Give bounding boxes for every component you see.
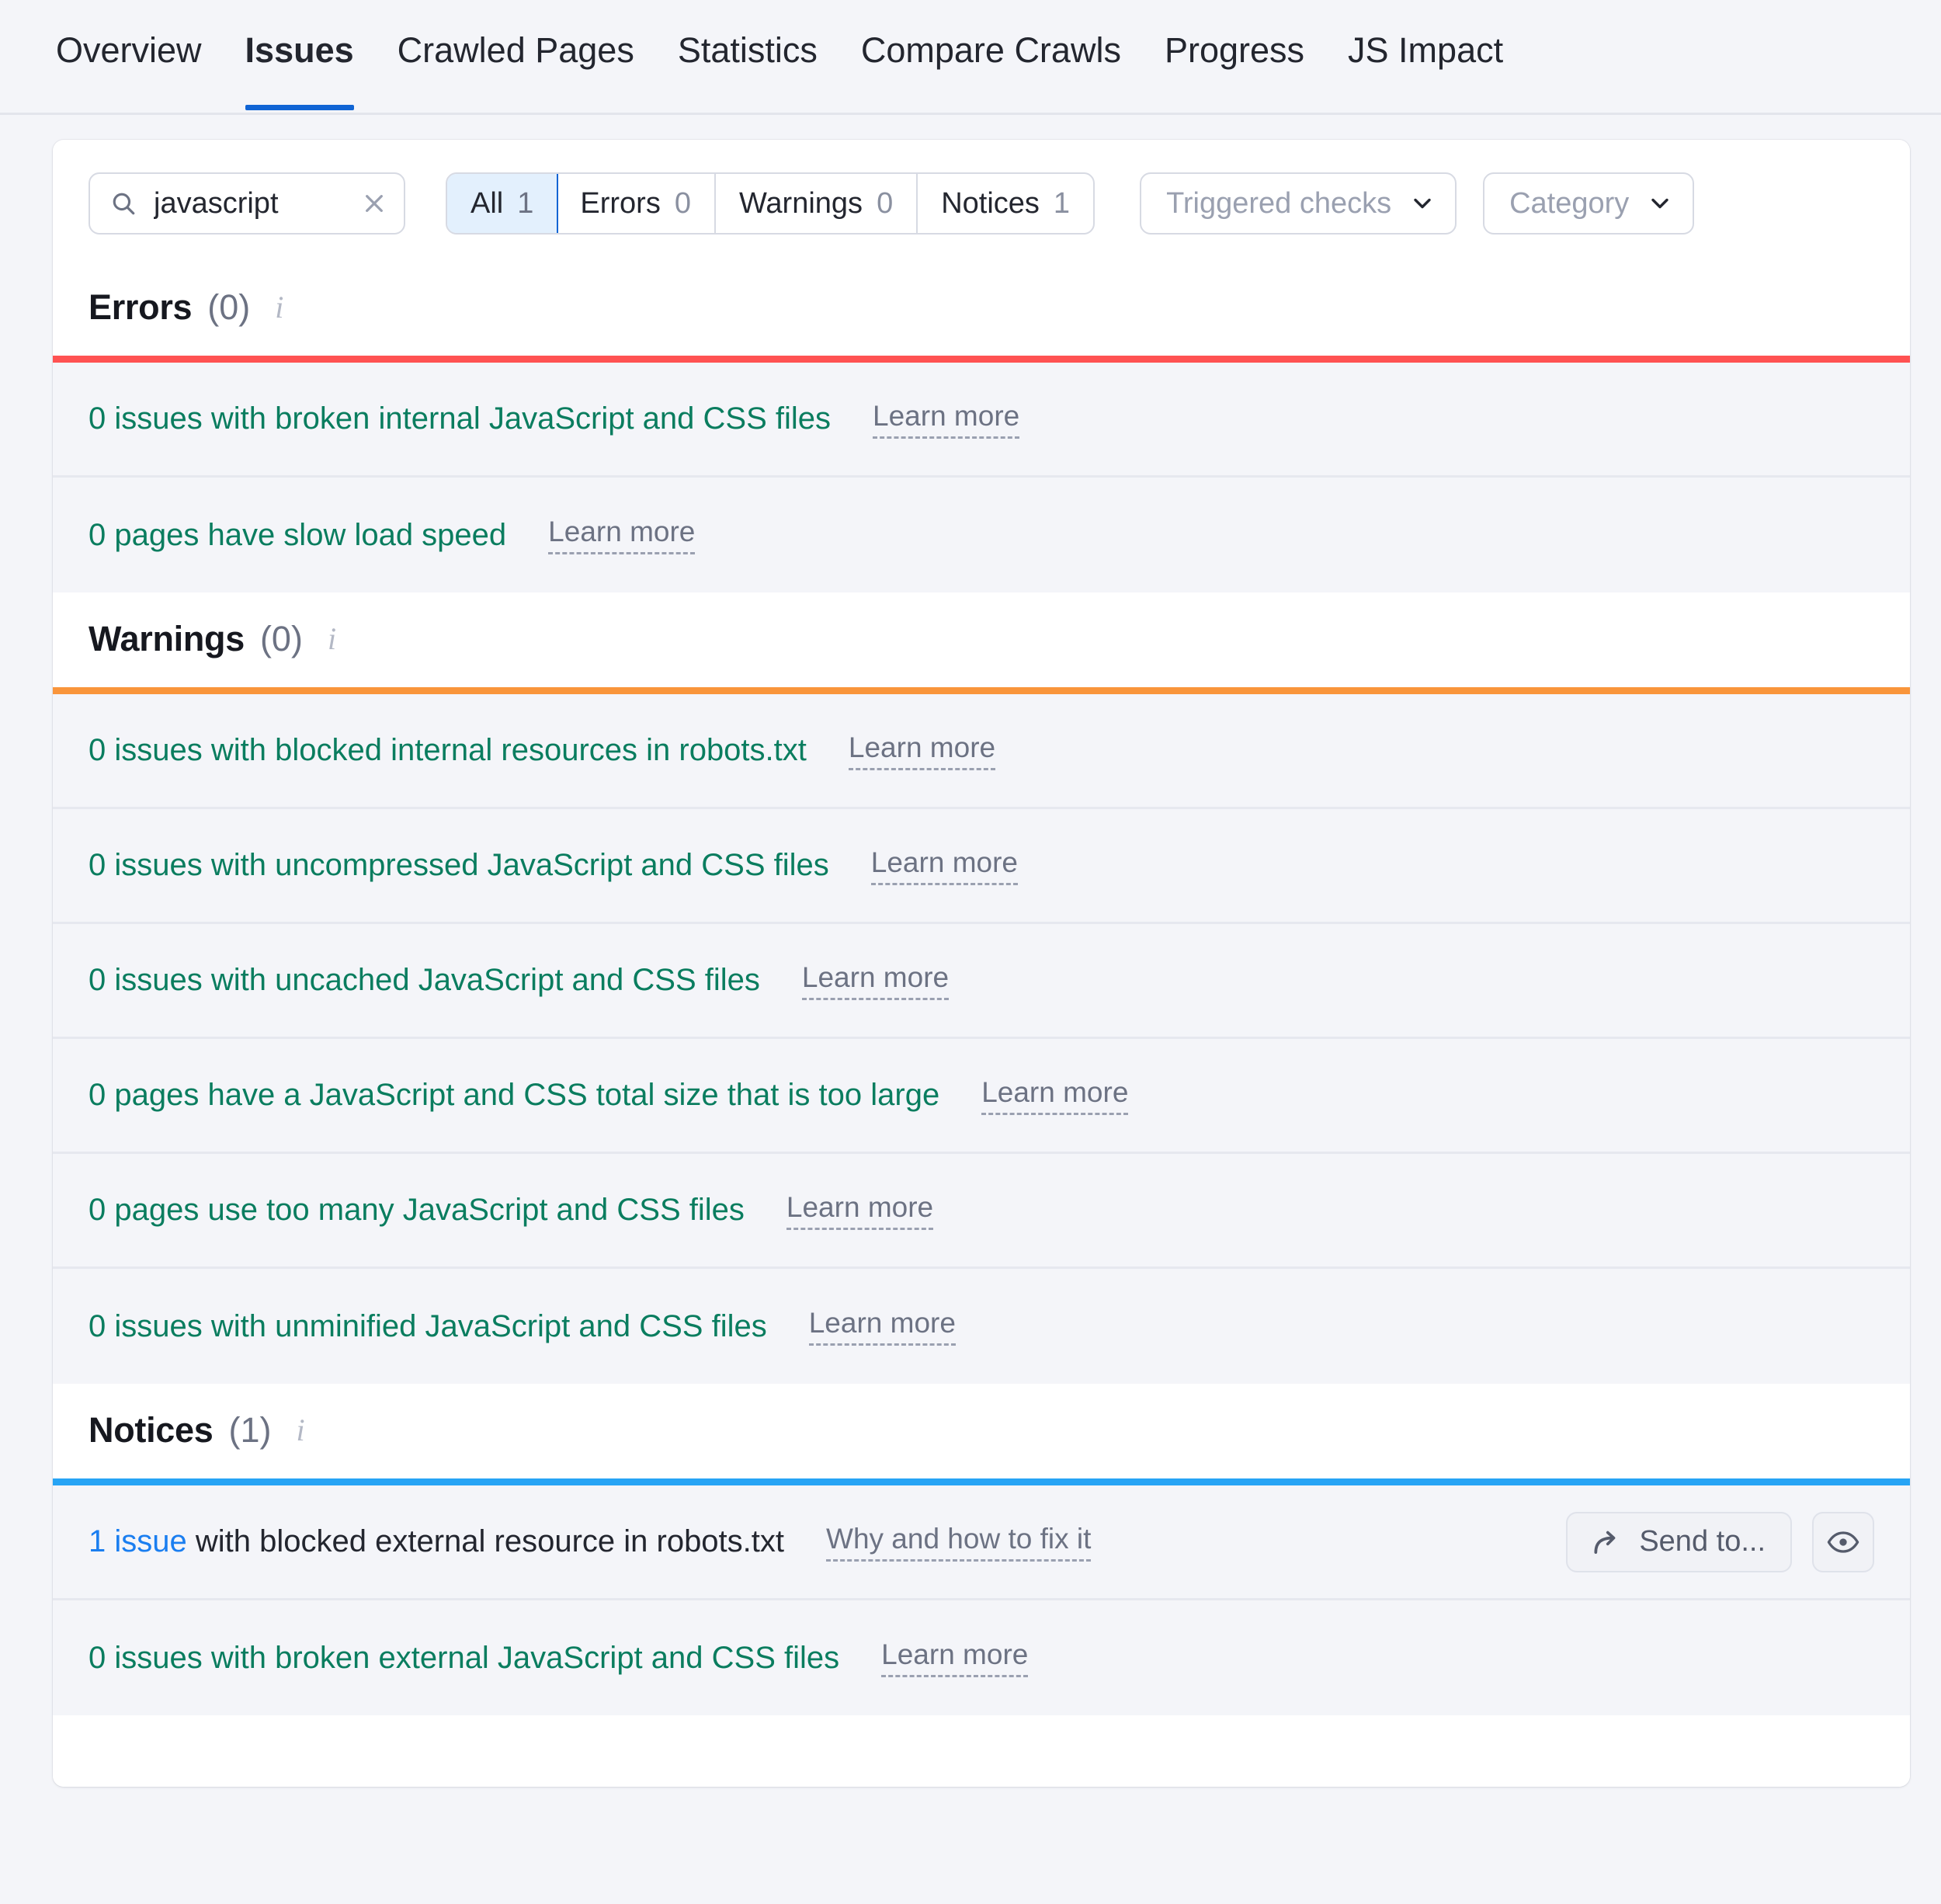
- section-accent-bar-notices: [53, 1478, 1910, 1485]
- chevron-down-icon: [1651, 198, 1668, 209]
- issue-list-warnings: 0 issues with blocked internal resources…: [53, 694, 1910, 1384]
- filter-warnings-label: Warnings: [738, 186, 863, 220]
- filter-errors[interactable]: Errors 0: [557, 174, 716, 233]
- search-input[interactable]: javascript: [89, 172, 405, 235]
- issues-card: javascript All 1 Errors 0 Warnings 0 Not…: [53, 140, 1910, 1787]
- triggered-checks-label: Triggered checks: [1166, 186, 1392, 220]
- main-tabbar: Overview Issues Crawled Pages Statistics…: [0, 0, 1941, 115]
- section-header-warnings: Warnings (0) i: [53, 592, 1910, 687]
- search-icon: [113, 193, 135, 215]
- filter-notices-count: 1: [1053, 186, 1071, 220]
- section-header-errors: Errors (0) i: [53, 261, 1910, 356]
- issue-text[interactable]: 0 issues with uncached JavaScript and CS…: [89, 963, 760, 998]
- issue-text[interactable]: 0 pages have slow load speed: [89, 518, 506, 553]
- table-row[interactable]: 0 pages have a JavaScript and CSS total …: [53, 1039, 1910, 1154]
- triggered-checks-dropdown[interactable]: Triggered checks: [1140, 172, 1457, 235]
- section-title-warnings: Warnings: [89, 619, 245, 658]
- tab-statistics[interactable]: Statistics: [678, 0, 818, 108]
- filter-toolbar: javascript All 1 Errors 0 Warnings 0 Not…: [53, 140, 1910, 261]
- filter-all-label: All: [470, 186, 504, 220]
- learn-more-link[interactable]: Learn more: [873, 400, 1020, 439]
- section-title-errors: Errors: [89, 287, 193, 327]
- learn-more-link[interactable]: Learn more: [808, 1307, 956, 1346]
- send-to-button[interactable]: Send to...: [1566, 1511, 1792, 1572]
- table-row[interactable]: 0 issues with uncached JavaScript and CS…: [53, 924, 1910, 1039]
- section-accent-bar-warnings: [53, 687, 1910, 694]
- severity-filter-group: All 1 Errors 0 Warnings 0 Notices 1: [446, 172, 1096, 235]
- share-arrow-icon: [1594, 1530, 1616, 1554]
- info-icon[interactable]: i: [296, 1415, 304, 1446]
- learn-more-link[interactable]: Learn more: [848, 731, 996, 770]
- tab-overview[interactable]: Overview: [56, 0, 202, 108]
- learn-more-link[interactable]: Learn more: [870, 846, 1018, 885]
- table-row[interactable]: 0 issues with broken internal JavaScript…: [53, 363, 1910, 478]
- send-to-button-label: Send to...: [1639, 1525, 1766, 1558]
- section-header-notices: Notices (1) i: [53, 1384, 1910, 1478]
- filter-warnings-count: 0: [877, 186, 894, 220]
- issue-text-rest: with blocked external resource in robots…: [186, 1524, 785, 1558]
- eye-icon: [1827, 1530, 1859, 1553]
- search-input-value: javascript: [154, 186, 279, 220]
- issue-text[interactable]: 0 issues with broken external JavaScript…: [89, 1641, 839, 1676]
- learn-more-link[interactable]: Learn more: [801, 961, 950, 1000]
- issue-list-errors: 0 issues with broken internal JavaScript…: [53, 363, 1910, 592]
- issue-list-notices: 1 issue with blocked external resource i…: [53, 1485, 1910, 1715]
- table-row[interactable]: 1 issue with blocked external resource i…: [53, 1485, 1910, 1600]
- why-and-how-to-fix-it-link[interactable]: Why and how to fix it: [826, 1523, 1092, 1562]
- tab-js-impact[interactable]: JS Impact: [1348, 0, 1503, 108]
- table-row[interactable]: 0 pages use too many JavaScript and CSS …: [53, 1154, 1910, 1269]
- section-accent-bar-errors: [53, 356, 1910, 363]
- info-icon[interactable]: i: [275, 292, 283, 323]
- issue-text[interactable]: 0 issues with broken internal JavaScript…: [89, 401, 831, 436]
- table-row[interactable]: 0 issues with uncompressed JavaScript an…: [53, 809, 1910, 924]
- table-row[interactable]: 0 issues with unminified JavaScript and …: [53, 1269, 1910, 1384]
- issue-text[interactable]: 0 pages use too many JavaScript and CSS …: [89, 1193, 745, 1228]
- filter-errors-label: Errors: [580, 186, 661, 220]
- category-label: Category: [1509, 186, 1630, 220]
- table-row[interactable]: 0 issues with blocked internal resources…: [53, 694, 1910, 809]
- category-dropdown[interactable]: Category: [1483, 172, 1695, 235]
- section-count-errors: (0): [207, 287, 251, 327]
- tab-progress[interactable]: Progress: [1165, 0, 1304, 108]
- learn-more-link[interactable]: Learn more: [981, 1076, 1129, 1115]
- learn-more-link[interactable]: Learn more: [786, 1191, 934, 1230]
- filter-notices-label: Notices: [941, 186, 1040, 220]
- table-row[interactable]: 0 pages have slow load speed Learn more: [53, 478, 1910, 592]
- issue-text[interactable]: 0 issues with uncompressed JavaScript an…: [89, 848, 829, 883]
- filter-errors-count: 0: [674, 186, 691, 220]
- learn-more-link[interactable]: Learn more: [881, 1638, 1029, 1677]
- issue-text[interactable]: 0 pages have a JavaScript and CSS total …: [89, 1078, 939, 1113]
- filter-all-count: 1: [517, 186, 534, 220]
- section-count-notices: (1): [228, 1410, 272, 1450]
- issue-count-link[interactable]: 1 issue: [89, 1524, 187, 1558]
- section-title-notices: Notices: [89, 1410, 214, 1450]
- tab-crawled-pages[interactable]: Crawled Pages: [398, 0, 634, 108]
- issue-text[interactable]: 0 issues with blocked internal resources…: [89, 733, 807, 768]
- tab-issues[interactable]: Issues: [245, 0, 354, 110]
- tab-compare-crawls[interactable]: Compare Crawls: [861, 0, 1121, 108]
- clear-icon[interactable]: [362, 191, 387, 216]
- card-footer: [53, 1715, 1910, 1787]
- issue-text[interactable]: 0 issues with unminified JavaScript and …: [89, 1309, 767, 1344]
- chevron-down-icon: [1414, 198, 1431, 209]
- filter-all[interactable]: All 1: [447, 174, 559, 233]
- learn-more-link[interactable]: Learn more: [548, 516, 696, 554]
- section-count-warnings: (0): [259, 619, 303, 658]
- preview-toggle-button[interactable]: [1812, 1511, 1874, 1572]
- filter-notices[interactable]: Notices 1: [918, 174, 1093, 233]
- filter-warnings[interactable]: Warnings 0: [716, 174, 918, 233]
- table-row[interactable]: 0 issues with broken external JavaScript…: [53, 1600, 1910, 1715]
- info-icon[interactable]: i: [328, 624, 336, 655]
- issue-text: 1 issue with blocked external resource i…: [89, 1524, 784, 1559]
